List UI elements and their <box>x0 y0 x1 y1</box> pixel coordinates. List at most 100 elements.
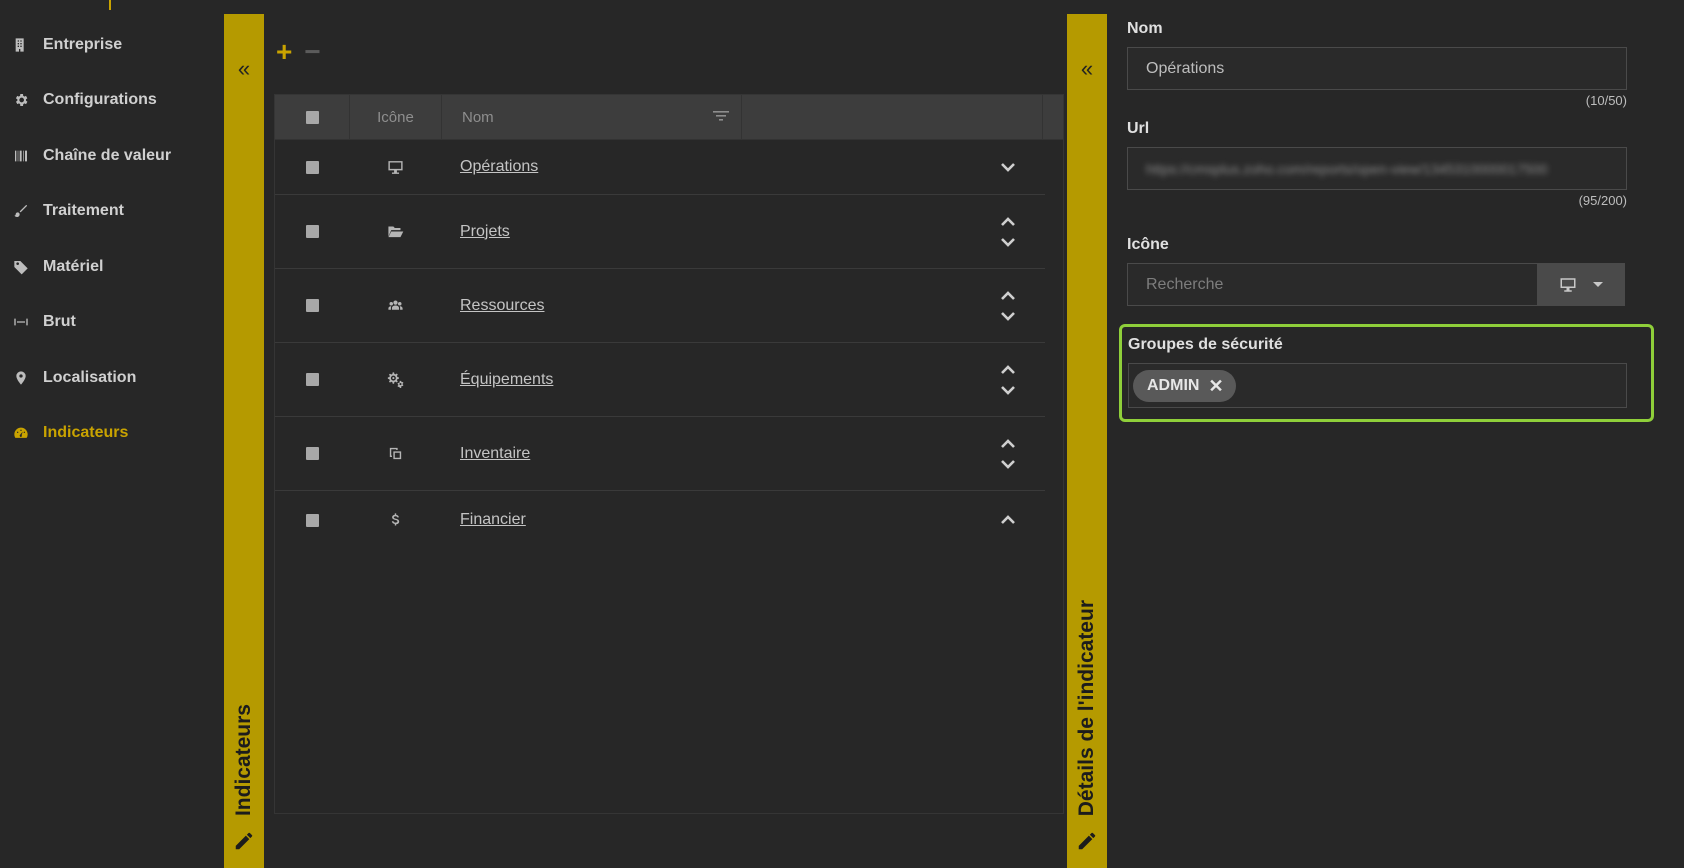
row-select-cell <box>275 160 350 174</box>
row-reorder-controls <box>970 513 1045 527</box>
row-reorder-controls <box>970 289 1045 323</box>
row-select-cell <box>275 513 350 527</box>
row-name-cell: Équipements <box>440 371 970 389</box>
security-group-tag: ADMIN ✕ <box>1133 369 1236 402</box>
move-down-icon[interactable] <box>999 457 1017 471</box>
row-select-cell <box>275 373 350 386</box>
nom-label: Nom <box>1127 20 1163 37</box>
indicator-details-form: Nom Opérations (10/50) Url https://cmspl… <box>1127 20 1667 306</box>
nav-top-indicator <box>109 0 111 10</box>
security-groups-label: Groupes de sécurité <box>1128 336 1283 353</box>
row-name-link[interactable]: Équipements <box>460 371 553 388</box>
nom-value: Opérations <box>1146 59 1225 77</box>
row-name-link[interactable]: Opérations <box>460 158 538 175</box>
move-up-icon[interactable] <box>999 437 1017 451</box>
row-name-link[interactable]: Inventaire <box>460 445 530 462</box>
move-down-icon[interactable] <box>999 309 1017 323</box>
row-name-cell: Ressources <box>440 297 970 315</box>
indicators-panel-title: Indicateurs <box>232 703 255 816</box>
table-row[interactable]: Ressources <box>275 269 1045 343</box>
arrows-h-icon <box>12 313 30 331</box>
move-down-icon[interactable] <box>999 235 1017 249</box>
sidebar-item-chaîne-de-valeur[interactable]: Chaîne de valeur <box>0 128 224 184</box>
row-select-cell <box>275 447 350 460</box>
dollar-icon <box>391 512 399 525</box>
row-reorder-controls <box>970 437 1045 471</box>
row-checkbox[interactable] <box>306 373 319 386</box>
collapse-right-panel-button[interactable]: « <box>1067 54 1107 84</box>
close-icon[interactable]: ✕ <box>1208 377 1223 395</box>
row-name-cell: Financier <box>440 511 970 529</box>
indicators-panel-bar: « Indicateurs <box>224 14 264 868</box>
icone-label: Icône <box>1127 236 1169 253</box>
security-groups-input[interactable]: ADMIN ✕ <box>1128 363 1627 408</box>
sidebar-item-label: Localisation <box>43 368 137 386</box>
table-row[interactable]: Équipements <box>275 343 1045 417</box>
pencil-icon[interactable] <box>1067 828 1107 854</box>
row-checkbox[interactable] <box>306 513 319 527</box>
row-icon-cell <box>350 297 440 314</box>
row-icon-cell <box>350 371 440 388</box>
security-groups-section: Groupes de sécurité ADMIN ✕ <box>1119 324 1654 422</box>
move-down-icon[interactable] <box>999 160 1017 174</box>
sidebar-nav: Entreprise Configurations Chaîne de valeur… <box>0 17 224 461</box>
nom-counter: (10/50) <box>1585 93 1627 108</box>
sidebar-item-label: Entreprise <box>43 35 123 53</box>
sidebar-item-traitement[interactable]: Traitement <box>0 184 224 240</box>
grid-body: Opérations Projets Ressources Équipements In… <box>275 140 1063 549</box>
copy-icon <box>389 447 401 460</box>
brush-icon <box>12 202 30 220</box>
table-row[interactable]: Financier <box>275 491 1045 549</box>
indicators-grid: Icône Nom Opérations Projets Ressources Équ… <box>274 94 1064 814</box>
row-select-cell <box>275 225 350 238</box>
row-checkbox[interactable] <box>306 225 319 238</box>
collapse-left-panel-button[interactable]: « <box>224 54 264 84</box>
desktop-icon <box>387 160 403 174</box>
row-name-cell: Opérations <box>440 158 970 176</box>
row-checkbox[interactable] <box>306 447 319 460</box>
move-up-icon[interactable] <box>999 289 1017 303</box>
row-reorder-controls <box>970 363 1045 397</box>
url-input[interactable]: https://cmsplus.zoho.com/reports/open-vi… <box>1127 147 1627 190</box>
sidebar-item-label: Matériel <box>43 257 104 275</box>
sidebar-item-matériel[interactable]: Matériel <box>0 239 224 295</box>
row-name-link[interactable]: Ressources <box>460 297 544 314</box>
icon-picker-dropdown[interactable] <box>1537 263 1625 306</box>
select-all-checkbox[interactable] <box>305 110 319 124</box>
header-name-label: Nom <box>462 108 494 126</box>
move-up-icon[interactable] <box>999 363 1017 377</box>
table-row[interactable]: Inventaire <box>275 417 1045 491</box>
url-label: Url <box>1127 120 1150 137</box>
sidebar-item-localisation[interactable]: Localisation <box>0 350 224 406</box>
nom-input[interactable]: Opérations <box>1127 47 1627 90</box>
security-group-tag-label: ADMIN <box>1147 376 1200 394</box>
building-icon <box>12 36 30 54</box>
move-up-icon[interactable] <box>999 513 1017 527</box>
table-row[interactable]: Opérations <box>275 140 1045 195</box>
move-down-icon[interactable] <box>999 383 1017 397</box>
users-icon <box>387 300 403 310</box>
row-checkbox[interactable] <box>306 299 319 312</box>
filter-icon[interactable] <box>713 109 729 126</box>
sidebar-item-label: Configurations <box>43 91 157 109</box>
remove-button[interactable]: − <box>304 38 320 66</box>
row-icon-cell <box>350 445 440 462</box>
table-row[interactable]: Projets <box>275 195 1045 269</box>
sidebar-item-configurations[interactable]: Configurations <box>0 73 224 129</box>
icon-search-input[interactable]: Recherche <box>1127 263 1537 306</box>
row-name-link[interactable]: Financier <box>460 511 526 528</box>
sidebar-item-brut[interactable]: Brut <box>0 295 224 351</box>
row-reorder-controls <box>970 215 1045 249</box>
sidebar-item-entreprise[interactable]: Entreprise <box>0 17 224 73</box>
url-value: https://cmsplus.zoho.com/reports/open-vi… <box>1146 160 1548 177</box>
header-name[interactable]: Nom <box>442 95 742 139</box>
row-checkbox[interactable] <box>306 160 319 174</box>
pencil-icon[interactable] <box>224 828 264 854</box>
row-name-link[interactable]: Projets <box>460 223 510 240</box>
add-button[interactable]: + <box>276 38 292 66</box>
sidebar-item-indicateurs[interactable]: Indicateurs <box>0 406 224 462</box>
header-icon-label: Icône <box>377 108 414 126</box>
grid-toolbar: + − <box>276 38 321 66</box>
move-up-icon[interactable] <box>999 215 1017 229</box>
map-marker-icon <box>12 369 30 387</box>
